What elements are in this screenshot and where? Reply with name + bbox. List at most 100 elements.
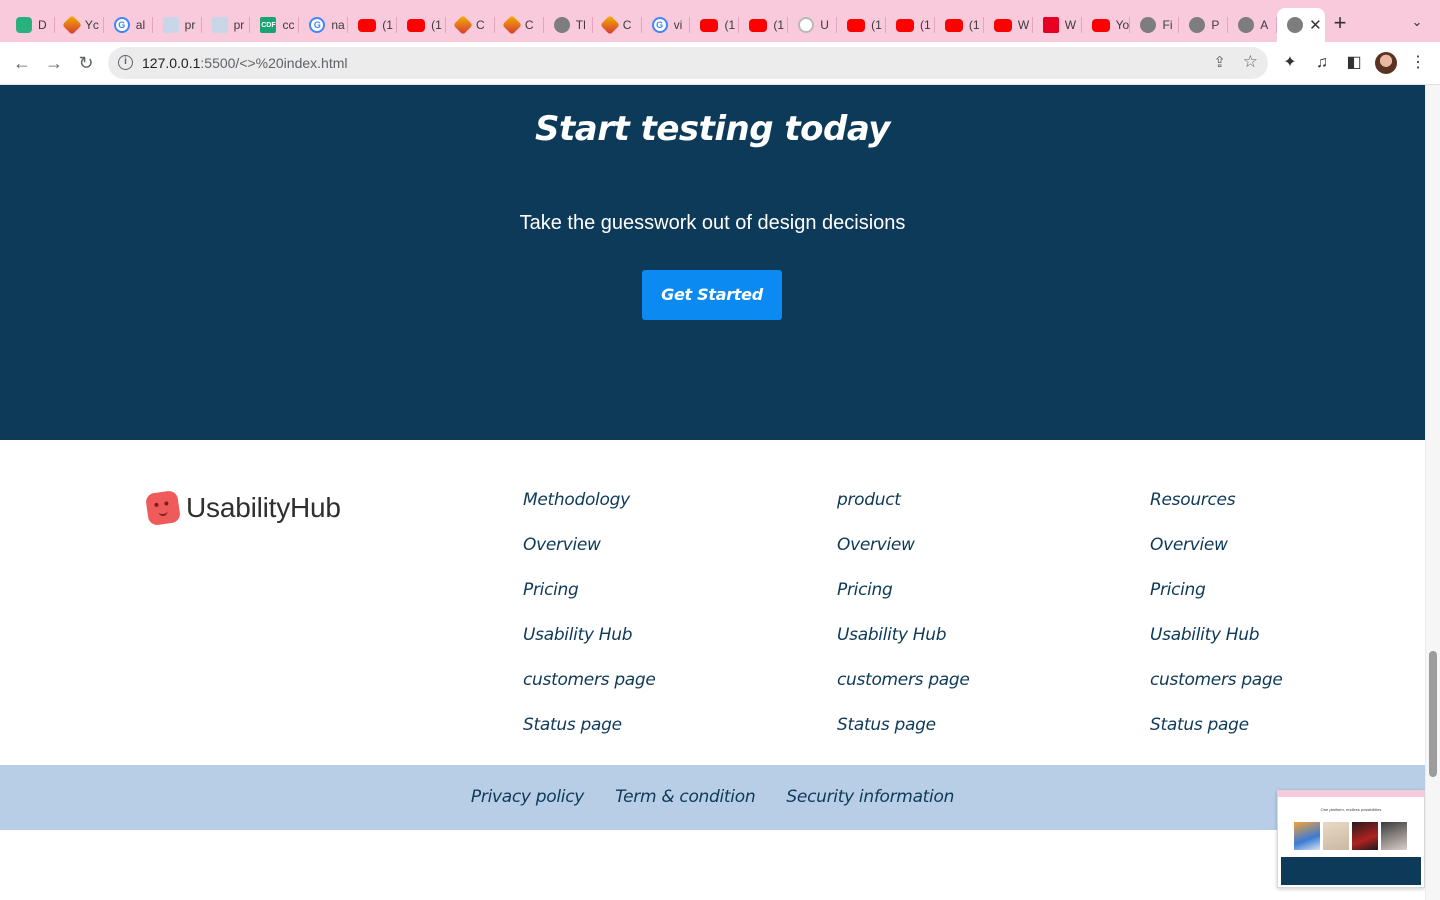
footer-column-resources: Resources Overview Pricing Usability Hub cus…	[1150, 490, 1283, 760]
active-browser-tab[interactable]: ✕	[1277, 8, 1326, 42]
footer-link[interactable]: customers page	[523, 670, 656, 715]
github-icon	[798, 17, 815, 33]
browser-tab[interactable]: D	[6, 8, 55, 42]
forward-arrow-icon[interactable]: →	[42, 51, 66, 75]
shield-icon	[16, 17, 32, 33]
footer-column-heading[interactable]: Methodology	[523, 490, 656, 535]
browser-tab[interactable]: C	[446, 8, 495, 42]
tab-strip: D Yc Gal pr pr CDF cc Gna (1 (1 C C Tl C Gvi (1 (1 U (1 (1 (…	[0, 0, 1440, 42]
close-tab-icon[interactable]: ✕	[1309, 16, 1322, 34]
thumbnail-image	[1352, 822, 1378, 850]
browser-tab[interactable]: Gvi	[642, 8, 691, 42]
tab-title: U	[820, 18, 829, 32]
browser-tab[interactable]: Gna	[299, 8, 349, 42]
url-host: 127.0.0.1	[142, 55, 201, 71]
footer-link[interactable]: Pricing	[1150, 580, 1283, 625]
globe-icon	[1140, 17, 1157, 33]
profile-avatar[interactable]	[1375, 52, 1397, 74]
footer-link[interactable]: customers page	[1150, 670, 1283, 715]
globe-icon	[1238, 17, 1255, 33]
youtube-icon	[896, 18, 915, 32]
google-icon: G	[309, 17, 326, 33]
footer-column-heading[interactable]: product	[837, 490, 970, 535]
browser-tab[interactable]: (1	[739, 8, 789, 42]
footer-link[interactable]: Overview	[1150, 535, 1283, 580]
browser-tab[interactable]: W	[984, 8, 1033, 42]
youtube-icon	[407, 18, 426, 32]
tab-title: Yc	[84, 18, 99, 32]
address-url[interactable]: 127.0.0.1:5500/<>%20index.html	[142, 55, 348, 71]
tab-search-chevron-icon[interactable]: ⌄	[1408, 14, 1426, 32]
browser-tab[interactable]: A	[1228, 8, 1278, 42]
reload-icon[interactable]: ↻	[74, 51, 98, 75]
footer-link[interactable]: Overview	[837, 535, 970, 580]
browser-tab[interactable]: Gal	[104, 8, 153, 42]
tab-title: D	[38, 18, 47, 32]
browser-tab[interactable]: pr	[153, 8, 202, 42]
google-icon: G	[113, 17, 130, 33]
tab-title: (1	[431, 18, 442, 32]
youtube-icon	[1091, 18, 1110, 32]
tab-list: D Yc Gal pr pr CDF cc Gna (1 (1 C C Tl C Gvi (1 (1 U (1 (1 (…	[6, 8, 1326, 42]
scrollbar-thumb[interactable]	[1429, 651, 1437, 777]
browser-tab[interactable]: Fi	[1130, 8, 1180, 42]
globe-icon	[1189, 17, 1206, 33]
page-scrollbar[interactable]	[1425, 85, 1440, 900]
browser-tab[interactable]: (1	[348, 8, 398, 42]
footer-link[interactable]: Usability Hub	[837, 625, 970, 670]
footer-column-product: product Overview Pricing Usability Hub custo…	[837, 490, 970, 760]
browser-tab[interactable]: CDF cc	[250, 8, 300, 42]
back-arrow-icon[interactable]: ←	[10, 51, 34, 75]
tab-title: al	[135, 18, 146, 32]
extensions-puzzle-icon[interactable]: ✦	[1279, 52, 1301, 74]
footer-link[interactable]: Pricing	[523, 580, 656, 625]
browser-tab[interactable]: Yc	[55, 8, 104, 42]
footer-link[interactable]: Usability Hub	[523, 625, 656, 670]
browser-tab[interactable]: (1	[690, 8, 740, 42]
footer-link[interactable]: Status page	[1150, 715, 1283, 760]
youtube-icon	[358, 18, 377, 32]
browser-tab[interactable]: C	[495, 8, 544, 42]
tab-title: C	[524, 18, 534, 32]
bookmark-star-icon[interactable]: ☆	[1243, 52, 1258, 72]
cta-section: Start testing today Take the guesswork o…	[0, 85, 1425, 440]
browser-tab[interactable]: C	[593, 8, 642, 42]
more-menu-icon[interactable]: ⋮	[1407, 52, 1429, 74]
gem-icon	[599, 15, 620, 35]
browser-tab[interactable]: pr	[202, 8, 251, 42]
side-panel-icon[interactable]: ◧	[1343, 52, 1365, 74]
site-info-icon[interactable]: i	[118, 55, 133, 70]
browser-tab[interactable]: P	[1179, 8, 1229, 42]
privacy-policy-link[interactable]: Privacy policy	[471, 787, 584, 807]
footer-link[interactable]: Overview	[523, 535, 656, 580]
browser-tab[interactable]: (1	[935, 8, 984, 42]
terms-link[interactable]: Term & condition	[615, 787, 755, 807]
footer-link[interactable]: Status page	[523, 715, 656, 760]
page-viewport: Start testing today Take the guesswork o…	[0, 85, 1440, 900]
get-started-button[interactable]: Get Started	[642, 270, 782, 320]
address-bar[interactable]: i 127.0.0.1:5500/<>%20index.html ⇪ ☆	[108, 47, 1268, 79]
globe-icon	[553, 17, 570, 33]
footer-link[interactable]: Status page	[837, 715, 970, 760]
browser-tab[interactable]: U	[788, 8, 838, 42]
footer-column-heading[interactable]: Resources	[1150, 490, 1283, 535]
footer-link[interactable]: Usability Hub	[1150, 625, 1283, 670]
share-icon[interactable]: ⇪	[1213, 53, 1226, 71]
brand[interactable]: UsabilityHub	[144, 489, 341, 527]
browser-tab[interactable]: Tl	[544, 8, 593, 42]
security-information-link[interactable]: Security information	[786, 787, 954, 807]
new-tab-button[interactable]: +	[1330, 12, 1350, 34]
footer-link[interactable]: customers page	[837, 670, 970, 715]
footer-link[interactable]: Pricing	[837, 580, 970, 625]
bars-icon	[162, 17, 179, 33]
media-queue-icon[interactable]: ♫	[1311, 52, 1333, 74]
browser-tab[interactable]: W	[1033, 8, 1082, 42]
cdf-icon: CDF	[260, 17, 277, 33]
cta-title: Start testing today	[535, 109, 890, 149]
browser-tab[interactable]: Yo	[1082, 8, 1131, 42]
browser-tab[interactable]: (1	[837, 8, 886, 42]
youtube-icon	[749, 18, 768, 32]
browser-tab[interactable]: (1	[886, 8, 935, 42]
browser-tab[interactable]: (1	[397, 8, 446, 42]
page-preview-thumbnail[interactable]: One platform, endless possibilities	[1277, 790, 1425, 888]
